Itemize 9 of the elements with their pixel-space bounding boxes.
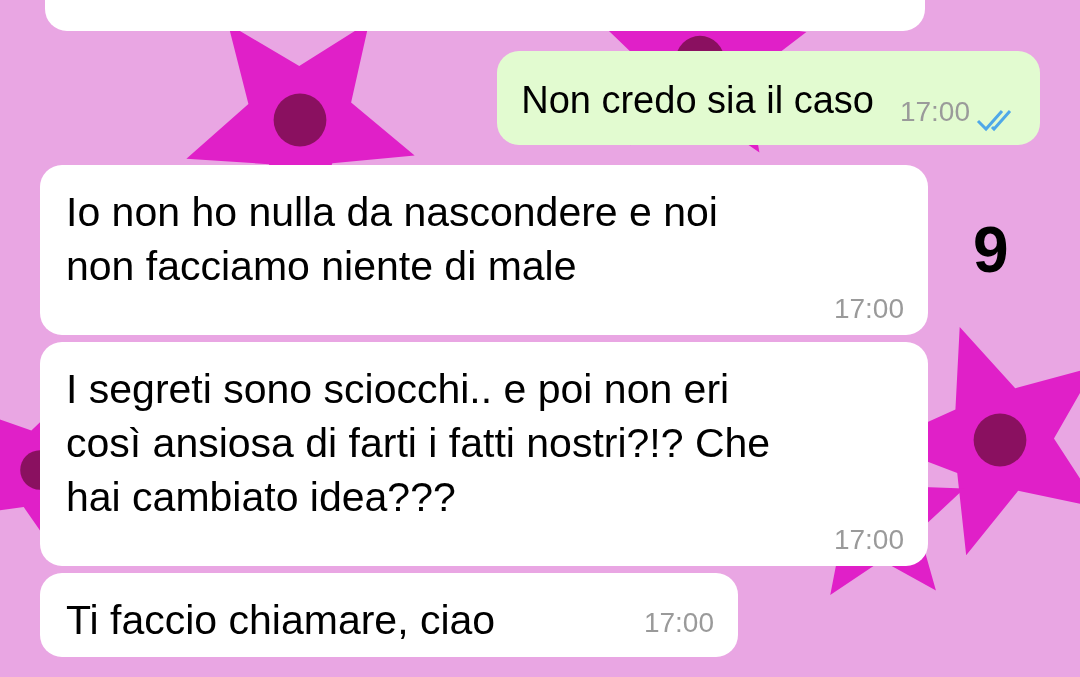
message-text: I segreti sono sciocchi.. e poi non eri così ansiosa di farti i fatti nostri?!? Che hai cambiato idea??? [66, 365, 772, 522]
message-time: 17:00 [833, 524, 904, 556]
message-time: 17:00 [899, 95, 970, 129]
message-text: Ti faccio chiamare, ciao [66, 596, 496, 645]
message-text: Non credo sia il caso [521, 78, 874, 123]
message-text: Io non ho nulla da nascondere e noi non facciamo niente di male [66, 188, 719, 291]
message-time: 17:00 [833, 293, 904, 325]
message-time: 17:00 [643, 607, 714, 639]
handwritten-number: 9 [973, 213, 1009, 288]
